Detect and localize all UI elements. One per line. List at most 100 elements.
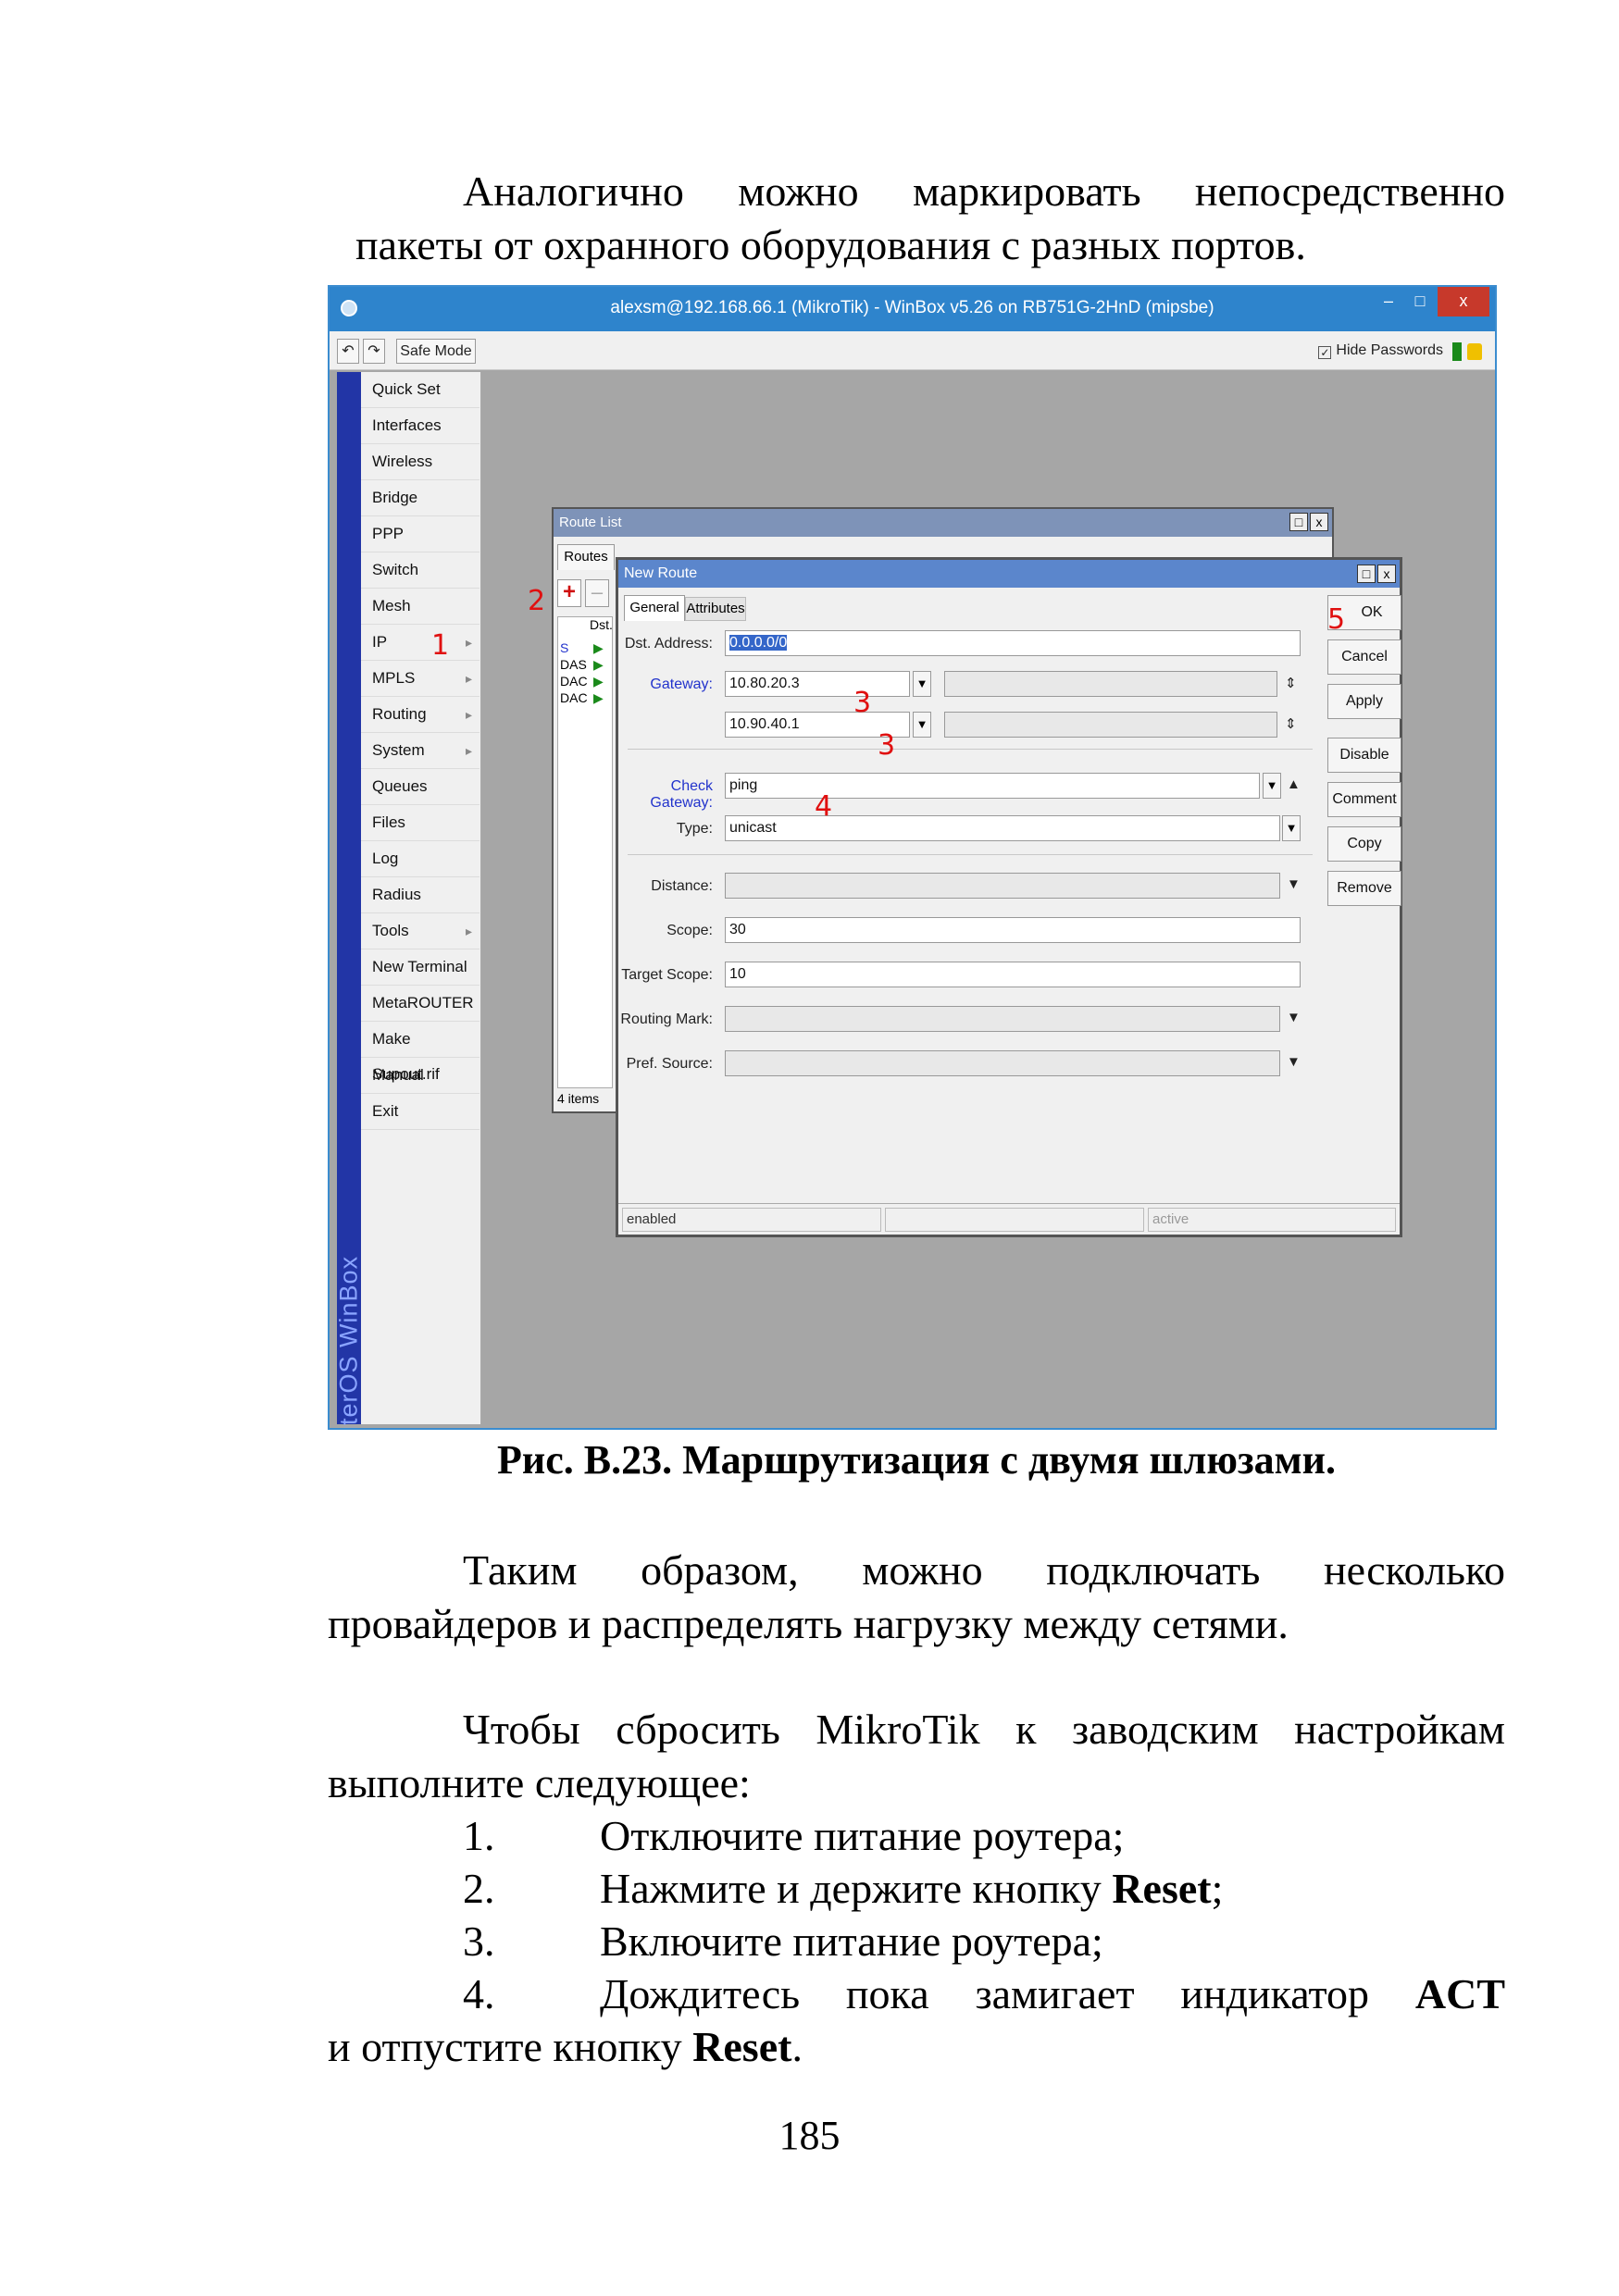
- list-number: 3.: [463, 1917, 495, 1965]
- menu-item-queues[interactable]: Queues: [361, 769, 479, 805]
- routeros-winbox-label: RouterOS WinBox: [334, 1255, 363, 1430]
- annotation-5: 5: [1327, 603, 1346, 636]
- main-menu: Quick Set Interfaces Wireless Bridge PPP…: [361, 372, 481, 1424]
- menu-item-interfaces[interactable]: Interfaces: [361, 408, 479, 444]
- menu-item-tools[interactable]: Tools ▸: [361, 913, 479, 949]
- gateway-updown-icon[interactable]: ⇕: [1285, 675, 1297, 691]
- figure-caption: Рис. В.23. Маршрутизация с двумя шлюзами…: [497, 1437, 1336, 1483]
- copy-button[interactable]: Copy: [1327, 826, 1401, 862]
- submenu-arrow-icon: ▸: [465, 707, 472, 722]
- intro-line-2: пакеты от охранного оборудования с разны…: [355, 221, 1306, 268]
- check-gateway-up-icon[interactable]: ▲: [1287, 776, 1301, 792]
- menu-item-wireless[interactable]: Wireless: [361, 444, 479, 480]
- menu-item-mesh[interactable]: Mesh: [361, 589, 479, 625]
- menu-item-new-terminal[interactable]: New Terminal: [361, 949, 479, 986]
- pref-source-label: Pref. Source:: [626, 1056, 713, 1072]
- table-row[interactable]: S ▶: [560, 639, 614, 656]
- target-scope-field[interactable]: 10: [725, 962, 1301, 987]
- check-gateway-label: Check Gateway:: [650, 778, 713, 811]
- table-row[interactable]: DAC ▶: [560, 673, 614, 689]
- para3-line-1: Чтобы сбросить MikroTik к заводским наст…: [463, 1706, 1505, 1753]
- type-field[interactable]: unicast: [725, 815, 1280, 841]
- table-row[interactable]: DAS ▶: [560, 656, 614, 673]
- cancel-button[interactable]: Cancel: [1327, 639, 1401, 675]
- gateway-1-dropdown-icon[interactable]: ▼: [913, 671, 931, 697]
- route-list-maximize-icon[interactable]: □: [1289, 513, 1308, 531]
- dst-address-field[interactable]: 0.0.0.0/0: [725, 630, 1301, 656]
- divider: [628, 749, 1313, 750]
- comment-button[interactable]: Comment: [1327, 782, 1401, 817]
- disable-button[interactable]: Disable: [1327, 738, 1401, 773]
- new-route-maximize-icon[interactable]: □: [1357, 565, 1376, 583]
- minimize-button[interactable]: –: [1373, 287, 1404, 316]
- distance-label: Distance:: [651, 878, 713, 894]
- route-active-icon: ▶: [593, 674, 604, 689]
- gateway-1-aux-field[interactable]: [944, 671, 1277, 697]
- menu-item-routing[interactable]: Routing ▸: [361, 697, 479, 733]
- gateway-1-field[interactable]: 10.80.20.3: [725, 671, 910, 697]
- menu-item-manual[interactable]: Manual: [361, 1058, 479, 1094]
- tab-attributes[interactable]: Attributes: [685, 597, 746, 621]
- routing-mark-label: Routing Mark:: [620, 1011, 713, 1027]
- menu-item-bridge[interactable]: Bridge: [361, 480, 479, 516]
- routing-mark-dropdown-icon[interactable]: ▼: [1287, 1010, 1301, 1025]
- pref-source-dropdown-icon[interactable]: ▼: [1287, 1054, 1301, 1070]
- scope-field[interactable]: 30: [725, 917, 1301, 943]
- menu-item-make-supout[interactable]: Make Supout.rif: [361, 1022, 479, 1083]
- remove-route-button[interactable]: –: [585, 579, 609, 607]
- tab-general[interactable]: General: [624, 595, 685, 621]
- route-list-title: Route List: [554, 509, 1332, 537]
- type-label: Type:: [676, 821, 713, 837]
- gateway-2-aux-field[interactable]: [944, 712, 1277, 738]
- checkbox-check-icon: ✓: [1318, 346, 1332, 359]
- menu-item-switch[interactable]: Switch: [361, 552, 479, 589]
- toolbar: ↶ ↷ Safe Mode ✓ Hide Passwords: [330, 331, 1495, 370]
- route-active-icon: ▶: [593, 690, 604, 705]
- close-button[interactable]: x: [1438, 287, 1489, 316]
- submenu-arrow-icon: ▸: [465, 635, 472, 650]
- pref-source-field[interactable]: [725, 1050, 1280, 1076]
- list-number: 2.: [463, 1865, 495, 1912]
- maximize-button[interactable]: □: [1404, 287, 1436, 316]
- remove-button[interactable]: Remove: [1327, 871, 1401, 906]
- para2-line-1: Таким образом, можно подключать нескольк…: [463, 1546, 1505, 1594]
- check-gateway-field[interactable]: ping: [725, 773, 1260, 799]
- route-list-close-icon[interactable]: x: [1310, 513, 1328, 531]
- distance-field[interactable]: [725, 873, 1280, 899]
- new-route-close-icon[interactable]: x: [1377, 565, 1396, 583]
- apply-button[interactable]: Apply: [1327, 684, 1401, 719]
- safe-mode-button[interactable]: Safe Mode: [396, 339, 476, 364]
- menu-item-ppp[interactable]: PPP: [361, 516, 479, 552]
- menu-item-ip[interactable]: IP ▸: [361, 625, 479, 661]
- menu-item-files[interactable]: Files: [361, 805, 479, 841]
- list-text: Дождитесь пока замигает индикатор ACT: [600, 1970, 1505, 2017]
- submenu-arrow-icon: ▸: [465, 743, 472, 758]
- type-dropdown-icon[interactable]: ▼: [1282, 815, 1301, 841]
- list-text: Отключите питание роутера;: [600, 1812, 1125, 1859]
- list-text: Включите питание роутера;: [600, 1917, 1103, 1965]
- redo-icon[interactable]: ↷: [363, 339, 385, 364]
- menu-item-quick-set[interactable]: Quick Set: [361, 372, 479, 408]
- page-number: 185: [778, 2113, 841, 2158]
- hide-passwords-label: Hide Passwords: [1336, 342, 1443, 358]
- table-row[interactable]: DAC ▶: [560, 689, 614, 706]
- divider: [628, 854, 1313, 855]
- distance-dropdown-icon[interactable]: ▼: [1287, 876, 1301, 892]
- para2-line-2: провайдеров и распределять нагрузку межд…: [328, 1600, 1289, 1647]
- undo-icon[interactable]: ↶: [337, 339, 359, 364]
- annotation-2: 2: [528, 585, 546, 617]
- submenu-arrow-icon: ▸: [465, 924, 472, 938]
- check-gateway-dropdown-icon[interactable]: ▼: [1263, 773, 1281, 799]
- add-route-button[interactable]: +: [557, 579, 581, 607]
- menu-item-metarouter[interactable]: MetaROUTER: [361, 986, 479, 1022]
- hide-passwords-checkbox[interactable]: ✓ Hide Passwords: [1318, 342, 1443, 359]
- gateway-updown-icon[interactable]: ⇕: [1285, 715, 1297, 732]
- menu-item-system[interactable]: System ▸: [361, 733, 479, 769]
- menu-item-radius[interactable]: Radius: [361, 877, 479, 913]
- gateway-2-dropdown-icon[interactable]: ▼: [913, 712, 931, 738]
- menu-item-mpls[interactable]: MPLS ▸: [361, 661, 479, 697]
- menu-item-exit[interactable]: Exit: [361, 1094, 479, 1130]
- routing-mark-field[interactable]: [725, 1006, 1280, 1032]
- menu-item-log[interactable]: Log: [361, 841, 479, 877]
- tab-routes[interactable]: Routes: [557, 544, 615, 570]
